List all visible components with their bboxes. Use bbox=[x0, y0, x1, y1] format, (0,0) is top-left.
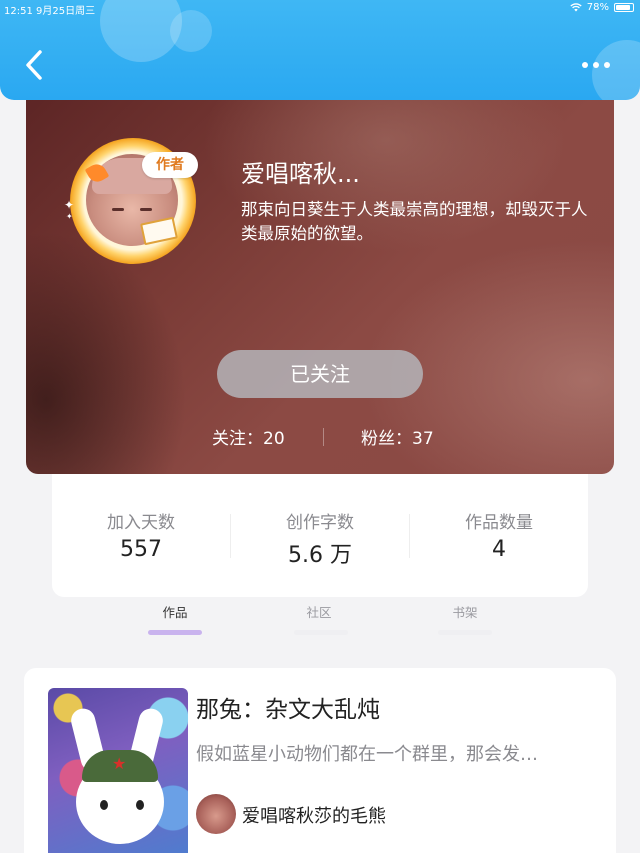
stat-value: 557 bbox=[120, 537, 162, 562]
work-cover[interactable]: ★ bbox=[48, 688, 188, 853]
stat-label: 加入天数 bbox=[107, 513, 175, 533]
top-header: 12:51 9月25日周三 78% bbox=[0, 0, 640, 100]
tab-bookshelf[interactable]: 书架 bbox=[425, 602, 505, 621]
author-name: 爱唱喀秋... bbox=[241, 160, 360, 188]
fans-count[interactable]: 粉丝：37 bbox=[361, 424, 434, 449]
avatar-eye bbox=[140, 208, 152, 211]
follow-button[interactable]: 已关注 bbox=[217, 350, 423, 398]
stat-join-days: 加入天数 557 bbox=[52, 508, 230, 562]
status-date: 9月25日周三 bbox=[36, 6, 96, 17]
work-card[interactable]: ★ 那兔：杂文大乱炖 假如蓝星小动物们都在一个群里，那会发… 爱唱喀秋莎的毛熊 bbox=[24, 668, 616, 853]
more-button[interactable] bbox=[582, 58, 618, 72]
following-count[interactable]: 关注：20 bbox=[212, 424, 285, 449]
back-icon bbox=[26, 50, 42, 80]
work-author-avatar[interactable] bbox=[196, 794, 236, 834]
more-icon-dot bbox=[593, 62, 599, 68]
status-right: 78% bbox=[570, 2, 634, 13]
tab-community[interactable]: 社区 bbox=[279, 602, 359, 621]
tab-indicator bbox=[438, 630, 492, 635]
profile-card: ✦ ✦ 作者 爱唱喀秋... 那束向日葵生于人类最崇高的理想，却毁灭于人类最原始… bbox=[26, 80, 614, 474]
sparkle-icon: ✦ bbox=[66, 212, 73, 221]
stat-works-count: 作品数量 4 bbox=[410, 508, 588, 562]
status-bar: 12:51 9月25日周三 78% bbox=[0, 0, 640, 17]
stat-label: 作品数量 bbox=[465, 513, 533, 533]
tab-indicator-active bbox=[148, 630, 202, 635]
cover-art bbox=[100, 800, 108, 810]
more-icon-dot bbox=[582, 62, 588, 68]
stat-label: 创作字数 bbox=[286, 513, 354, 533]
decor-bubble bbox=[170, 10, 212, 52]
avatar-eye bbox=[112, 208, 124, 211]
author-bio: 那束向日葵生于人类最崇高的理想，却毁灭于人类最原始的欲望。 bbox=[241, 200, 588, 243]
stat-value: 4 bbox=[492, 537, 506, 562]
author-badge: 作者 bbox=[142, 152, 198, 178]
stats-card: 加入天数 557 创作字数 5.6 万 作品数量 4 bbox=[52, 474, 588, 597]
stat-value: 5.6 万 bbox=[288, 543, 352, 568]
battery-percent: 78% bbox=[586, 2, 609, 13]
page: 12:51 9月25日周三 78% ✦ ✦ 作者 爱唱喀秋... 那束向日葵生于… bbox=[0, 0, 640, 853]
cover-art bbox=[136, 800, 144, 810]
battery-icon bbox=[614, 3, 634, 12]
more-icon-dot bbox=[604, 62, 610, 68]
wifi-icon bbox=[570, 3, 582, 12]
tab-indicator bbox=[294, 630, 348, 635]
divider bbox=[323, 428, 324, 446]
star-icon: ★ bbox=[112, 754, 127, 773]
sparkle-icon: ✦ bbox=[64, 198, 75, 212]
status-clock: 12:51 bbox=[4, 6, 33, 17]
status-time: 12:51 9月25日周三 bbox=[4, 2, 95, 17]
tab-works[interactable]: 作品 bbox=[135, 602, 215, 621]
tab-bar: 作品 社区 书架 bbox=[0, 598, 640, 638]
follow-stats: 关注：20 粉丝：37 bbox=[26, 424, 614, 450]
work-author-name[interactable]: 爱唱喀秋莎的毛熊 bbox=[242, 802, 386, 828]
work-description: 假如蓝星小动物们都在一个群里，那会发… bbox=[196, 744, 538, 765]
stat-word-count: 创作字数 5.6 万 bbox=[231, 508, 409, 569]
work-title[interactable]: 那兔：杂文大乱炖 bbox=[196, 690, 380, 724]
back-button[interactable] bbox=[20, 48, 50, 82]
